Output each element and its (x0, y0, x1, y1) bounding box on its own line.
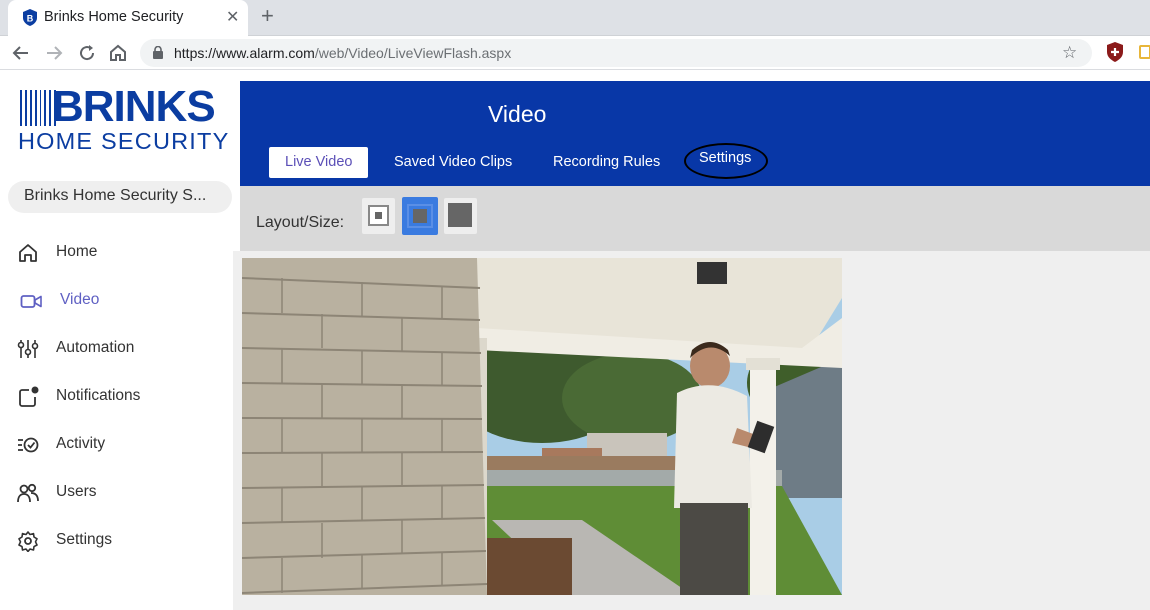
url-text[interactable]: https://www.alarm.com/web/Video/LiveView… (174, 45, 511, 61)
live-video-feed[interactable] (242, 258, 842, 595)
logo-bars (20, 90, 56, 126)
browser-tab-title: Brinks Home Security (44, 9, 184, 25)
tab-settings[interactable]: Settings (684, 143, 768, 179)
doorbell-camera-image (242, 258, 842, 595)
sidebar-item-settings[interactable]: Settings (0, 520, 240, 560)
video-header: Video Live Video Saved Video Clips Recor… (240, 81, 1150, 186)
page: BRINKS HOME SECURITY Brinks Home Securit… (0, 71, 1150, 610)
layout-medium-button[interactable] (402, 197, 438, 235)
sidebar-item-label: Notifications (56, 387, 141, 404)
lock-icon (153, 46, 163, 59)
logo-wordmark: BRINKS (52, 82, 216, 131)
sidebar-item-label: Users (56, 483, 97, 500)
logo-subtitle: HOME SECURITY (18, 128, 230, 154)
sidebar-item-users[interactable]: Users (0, 472, 240, 512)
sidebar-item-label: Automation (56, 339, 135, 356)
reload-icon[interactable] (75, 41, 99, 65)
bookmark-star-icon[interactable]: ☆ (1062, 43, 1077, 63)
sliders-icon (17, 340, 39, 358)
forward-arrow-icon[interactable] (42, 41, 66, 65)
sidebar-item-label: Activity (56, 435, 106, 452)
page-title: Video (488, 101, 547, 127)
medium-square-icon (413, 209, 427, 223)
sidebar-item-label: Video (60, 291, 100, 308)
shield-extension-icon[interactable] (1106, 42, 1124, 62)
brinks-logo[interactable]: BRINKS HOME SECURITY (18, 84, 228, 155)
sidebar-item-label: Settings (56, 531, 113, 548)
sidebar-item-home[interactable]: Home (0, 232, 240, 272)
gear-icon (18, 531, 38, 552)
sidebar: BRINKS HOME SECURITY Brinks Home Securit… (0, 71, 240, 610)
site-selector[interactable]: Brinks Home Security S... (8, 181, 232, 213)
notification-icon (19, 386, 39, 407)
layout-size-bar: Layout/Size: (240, 186, 1150, 251)
tab-live-video[interactable]: Live Video (269, 147, 369, 178)
browser-tab[interactable]: B Brinks Home Security ✕ (8, 0, 248, 36)
brinks-favicon-icon: B (23, 9, 37, 26)
tab-recording-rules[interactable]: Recording Rules (553, 147, 660, 178)
sidebar-item-notifications[interactable]: Notifications (0, 376, 240, 416)
home-browser-icon[interactable] (106, 41, 130, 65)
large-square-icon (448, 203, 472, 227)
extension-icon[interactable] (1139, 45, 1150, 59)
layout-small-button[interactable] (362, 198, 395, 234)
layout-size-label: Layout/Size: (256, 214, 345, 231)
sidebar-item-video[interactable]: Video (0, 280, 240, 320)
back-arrow-icon[interactable] (9, 41, 33, 65)
small-square-icon (375, 212, 382, 219)
browser-toolbar: https://www.alarm.com/web/Video/LiveView… (0, 36, 1150, 70)
activity-icon (18, 437, 39, 453)
tab-saved-video-clips[interactable]: Saved Video Clips (394, 147, 512, 178)
home-icon (19, 244, 37, 262)
layout-large-button[interactable] (444, 198, 477, 234)
tab-close-icon[interactable]: ✕ (226, 7, 239, 27)
address-bar[interactable]: https://www.alarm.com/web/Video/LiveView… (140, 39, 1092, 67)
users-icon (17, 483, 39, 503)
sidebar-item-automation[interactable]: Automation (0, 328, 240, 368)
browser-tabstrip: B Brinks Home Security ✕ + (0, 0, 1150, 36)
svg-text:B: B (27, 14, 34, 24)
sidebar-item-label: Home (56, 243, 98, 260)
sidebar-item-activity[interactable]: Activity (0, 424, 240, 464)
video-camera-icon (20, 295, 42, 308)
new-tab-button[interactable]: + (261, 5, 274, 27)
